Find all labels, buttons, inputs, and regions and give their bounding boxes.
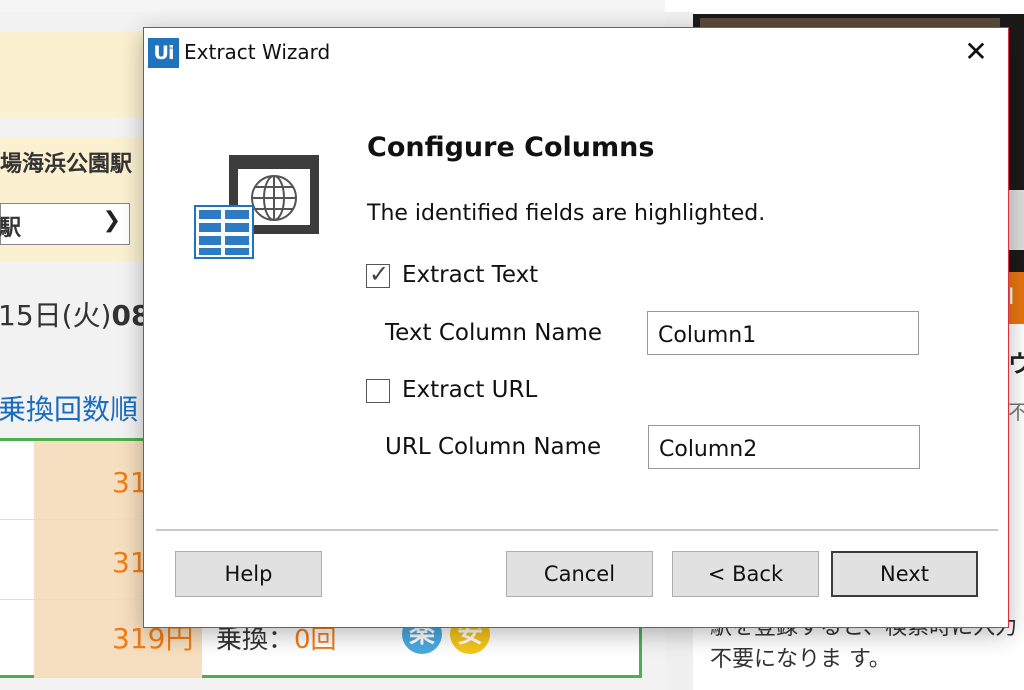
- station-select[interactable]: 駅 ❯: [0, 203, 130, 245]
- page-description: The identified fields are highlighted.: [367, 201, 766, 226]
- cancel-button[interactable]: Cancel: [506, 551, 653, 597]
- chevron-down-icon: ❯: [102, 208, 121, 233]
- table-web-page-icon: [194, 155, 319, 259]
- close-icon: ✕: [964, 35, 988, 68]
- text-column-name-label: Text Column Name: [385, 320, 603, 346]
- search-date-text: 15日(火): [0, 299, 112, 332]
- url-column-name-label: URL Column Name: [385, 434, 602, 460]
- dialog-title: Extract Wizard: [184, 40, 331, 64]
- extract-wizard-dialog: Ui Extract Wizard ✕ Configure Columns Th…: [143, 27, 1009, 628]
- transfer-label: 乗換：: [216, 625, 295, 655]
- page-top-strip: [0, 0, 665, 12]
- close-button[interactable]: ✕: [958, 34, 994, 70]
- row-divider: [0, 519, 150, 520]
- back-button[interactable]: < Back: [672, 551, 819, 597]
- page-heading: Configure Columns: [367, 132, 655, 163]
- right-panel-heading: ウ: [1008, 350, 1024, 378]
- station-label: 場海浜公園駅: [0, 152, 133, 177]
- extract-text-label[interactable]: Extract Text: [402, 262, 538, 288]
- row-divider: [0, 599, 150, 600]
- station-select-value: 駅: [0, 216, 22, 241]
- next-button[interactable]: Next: [831, 551, 978, 597]
- help-button[interactable]: Help: [175, 551, 322, 597]
- dialog-titlebar[interactable]: Ui Extract Wizard ✕: [144, 28, 1008, 75]
- advertisement-badge: I: [1008, 272, 1024, 324]
- text-column-name-input[interactable]: [647, 311, 919, 355]
- checkmark-icon: ✓: [369, 260, 390, 288]
- extract-url-label[interactable]: Extract URL: [402, 377, 537, 403]
- extract-text-checkbox[interactable]: ✓: [366, 260, 390, 288]
- extract-url-checkbox[interactable]: [366, 379, 390, 403]
- page-banner: [0, 32, 150, 118]
- uipath-logo-icon: Ui: [148, 38, 179, 68]
- right-panel-subtext: 不: [1008, 400, 1024, 424]
- url-column-name-input[interactable]: [648, 425, 920, 469]
- search-date: 15日(火)08: [0, 294, 150, 334]
- sort-by-transfers-link[interactable]: 乗換回数順: [0, 388, 138, 428]
- button-separator: [156, 529, 998, 531]
- transfer-count: 0回: [294, 625, 337, 655]
